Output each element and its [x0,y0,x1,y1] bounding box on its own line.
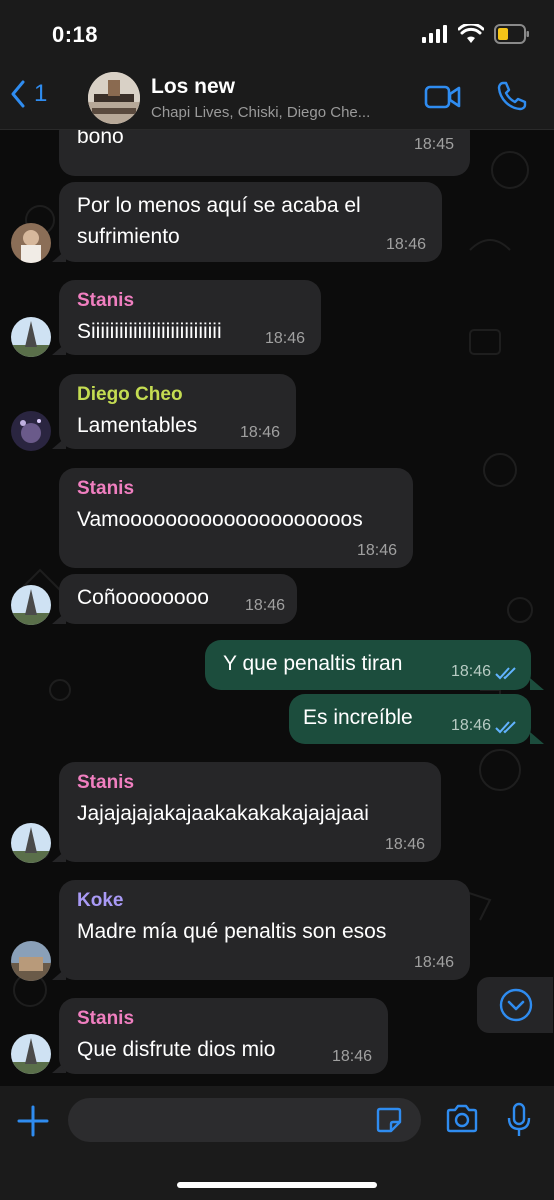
signal-icon [422,25,447,43]
message-time: 18:46 [385,236,426,253]
status-bar: 0:18 [0,0,554,66]
chat-header: 1 Los new Chapi Lives, Chiski, Diego Che… [0,66,554,130]
message-time: 18:46 [384,836,425,853]
status-time: 0:18 [52,22,99,47]
message-bubble-outgoing[interactable]: Es increíble 18:46 [289,694,531,744]
message-input[interactable] [68,1098,421,1142]
message-bubble[interactable]: Diego Cheo Lamentables 18:46 [59,374,296,449]
status-icons [422,24,530,44]
message-bubble[interactable]: Koke Madre mía qué penaltis son esos 18:… [59,880,470,980]
read-ticks-icon [495,667,516,680]
message-time: 18:46 [244,597,285,614]
message-bubble[interactable]: Por lo menos aquí se acaba el sufrimient… [59,182,442,262]
avatar[interactable] [11,1034,51,1074]
message-text: Jajajajajakajaakakakakajajajaai [77,802,369,825]
video-call-icon[interactable] [424,84,462,110]
sticker-icon[interactable] [375,1106,403,1134]
message-bubble[interactable]: Coñoooooooo 18:46 [59,574,297,624]
avatar[interactable] [11,223,51,263]
back-count: 1 [34,80,48,107]
avatar[interactable] [11,411,51,451]
group-title[interactable]: Los new [151,75,235,99]
message-bubble[interactable]: Stanis Que disfrute dios mio 18:46 [59,998,388,1074]
message-bubble[interactable]: Stanis Vamoooooooooooooooooooos 18:46 [59,468,413,568]
sender-name: Stanis [77,772,135,793]
scroll-down-button[interactable] [477,977,553,1033]
message-text: Madre mía qué penaltis son esos [77,920,387,943]
avatar[interactable] [11,585,51,625]
message-time: 18:46 [413,954,454,971]
message-time: 18:45 [413,136,454,153]
message-text: sufrimiento [77,225,180,248]
read-ticks-icon [495,721,516,734]
avatar[interactable] [11,317,51,357]
avatar[interactable] [11,823,51,863]
camera-icon[interactable] [445,1104,479,1134]
battery-icon [494,24,529,44]
sender-name: Stanis [77,1008,135,1029]
message-bubble[interactable]: Stanis Siiiiiiiiiiiiiiiiiiiiiiiiiiii 18:… [59,280,321,355]
message-text: Es increíble [303,706,413,729]
microphone-icon[interactable] [506,1102,532,1138]
message-time: 18:46 [239,424,280,441]
message-text: bono [77,130,124,148]
sender-name: Koke [77,890,124,911]
message-bubble-outgoing[interactable]: Y que penaltis tiran 18:46 [205,640,531,690]
home-indicator [177,1182,377,1188]
wifi-icon [458,24,484,43]
bubble-tail [530,732,544,744]
message-text: Por lo menos aquí se acaba el [77,194,361,217]
back-chevron-icon [11,80,25,108]
message-text: Lamentables [77,414,198,437]
scroll-down-icon [499,988,533,1022]
message-time: 18:46 [331,1048,372,1065]
message-text: Coñoooooooo [77,586,209,609]
message-time: 18:46 [450,717,491,734]
bubble-tail [530,678,544,690]
plus-icon[interactable] [16,1104,50,1138]
avatar[interactable] [11,941,51,981]
message-bubble[interactable]: Stanis Jajajajajakajaakakakakajajajaai 1… [59,762,441,862]
message-text: Vamoooooooooooooooooooos [77,508,363,531]
back-button[interactable]: 1 [10,80,47,108]
message-time: 18:46 [450,663,491,680]
group-members[interactable]: Chapi Lives, Chiski, Diego Che... [151,104,370,121]
message-bubble[interactable]: bono 18:45 [59,130,470,176]
message-time: 18:46 [356,542,397,559]
sender-name: Diego Cheo [77,384,183,405]
group-avatar[interactable] [88,72,140,124]
message-text: Que disfrute dios mio [77,1038,276,1061]
sender-name: Stanis [77,290,135,311]
message-time: 18:46 [264,330,305,347]
message-text: Y que penaltis tiran [223,652,403,675]
sender-name: Stanis [77,478,135,499]
phone-icon[interactable] [496,80,528,112]
chat-area[interactable]: bono 18:45 Por lo menos aquí se acaba el… [0,130,554,1086]
message-text: Siiiiiiiiiiiiiiiiiiiiiiiiiiii [77,320,222,343]
